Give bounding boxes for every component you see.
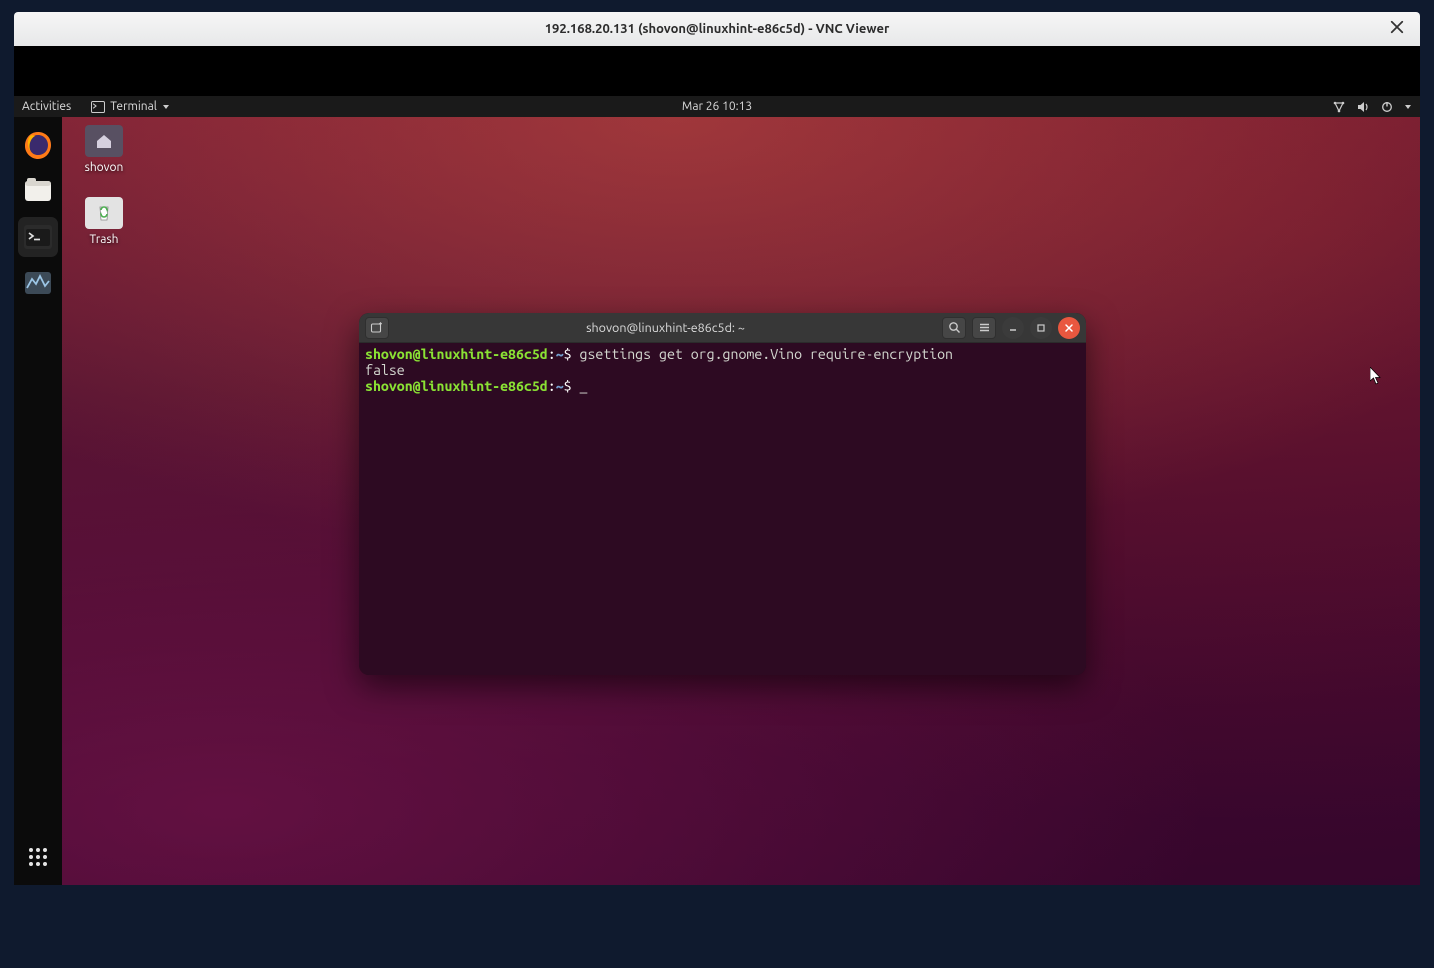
vnc-title: 192.168.20.131 (shovon@linuxhint-e86c5d)… — [545, 22, 890, 36]
dock-terminal[interactable] — [18, 217, 58, 257]
prompt-path: ~ — [556, 378, 564, 394]
desktop-home-folder[interactable]: shovon — [68, 125, 140, 174]
search-icon — [948, 321, 961, 334]
vnc-titlebar: 192.168.20.131 (shovon@linuxhint-e86c5d)… — [14, 12, 1420, 46]
terminal-menu-button[interactable] — [972, 317, 996, 339]
prompt-sep: : — [548, 346, 556, 362]
remote-cursor-icon — [1370, 367, 1382, 385]
window-minimize-button[interactable] — [1002, 317, 1024, 339]
gnome-dock — [14, 117, 62, 885]
dock-files[interactable] — [18, 171, 58, 211]
terminal-search-button[interactable] — [942, 317, 966, 339]
terminal-new-tab-button[interactable] — [365, 317, 389, 339]
files-icon — [23, 177, 53, 205]
window-close-button[interactable] — [1058, 317, 1080, 339]
vnc-close-button[interactable] — [1390, 20, 1408, 38]
activities-button[interactable]: Activities — [22, 100, 71, 113]
clock[interactable]: Mar 26 10:13 — [682, 100, 752, 113]
prompt-path: ~ — [556, 346, 564, 362]
prompt-user: shovon@linuxhint-e86c5d — [365, 378, 548, 394]
monitor-icon — [23, 270, 53, 296]
prompt-user: shovon@linuxhint-e86c5d — [365, 346, 548, 362]
network-icon — [1332, 101, 1346, 113]
desktop-trash-label: Trash — [89, 233, 118, 246]
show-applications-button[interactable] — [18, 837, 58, 877]
firefox-icon — [22, 129, 54, 161]
appmenu-terminal[interactable]: Terminal — [91, 100, 170, 113]
terminal-title: shovon@linuxhint-e86c5d: ~ — [389, 321, 942, 335]
desktop-home-label: shovon — [85, 161, 124, 174]
vnc-viewport: Activities Terminal Mar 26 10:13 shovon — [14, 46, 1420, 885]
prompt-dollar: $ — [564, 378, 580, 394]
terminal-cursor: _ — [580, 378, 588, 394]
power-icon — [1381, 101, 1393, 113]
gnome-top-bar: Activities Terminal Mar 26 10:13 — [14, 96, 1420, 117]
dock-system-monitor[interactable] — [18, 263, 58, 303]
folder-home-icon — [85, 125, 123, 157]
apps-grid-icon — [27, 846, 49, 868]
close-icon — [1064, 323, 1074, 333]
terminal-body[interactable]: shovon@linuxhint-e86c5d:~$ gsettings get… — [359, 343, 1086, 675]
prompt-dollar: $ — [564, 346, 580, 362]
maximize-icon — [1036, 323, 1046, 333]
terminal-titlebar[interactable]: shovon@linuxhint-e86c5d: ~ — [359, 313, 1086, 343]
appmenu-label: Terminal — [110, 100, 157, 113]
terminal-command: gsettings get org.gnome.Vino require-enc… — [580, 346, 953, 362]
terminal-output: false — [365, 362, 405, 378]
dock-firefox[interactable] — [18, 125, 58, 165]
trash-icon — [85, 197, 123, 229]
system-tray[interactable] — [1332, 101, 1412, 113]
chevron-down-icon — [162, 103, 170, 111]
volume-icon — [1357, 101, 1370, 113]
terminal-icon — [91, 101, 105, 113]
desktop-trash[interactable]: Trash — [68, 197, 140, 246]
window-maximize-button[interactable] — [1030, 317, 1052, 339]
prompt-sep: : — [548, 378, 556, 394]
hamburger-icon — [978, 321, 991, 334]
new-tab-icon — [370, 321, 384, 335]
chevron-down-icon — [1404, 103, 1412, 111]
terminal-icon — [23, 224, 53, 250]
terminal-window[interactable]: shovon@linuxhint-e86c5d: ~ shovo — [359, 313, 1086, 675]
minimize-icon — [1008, 323, 1018, 333]
